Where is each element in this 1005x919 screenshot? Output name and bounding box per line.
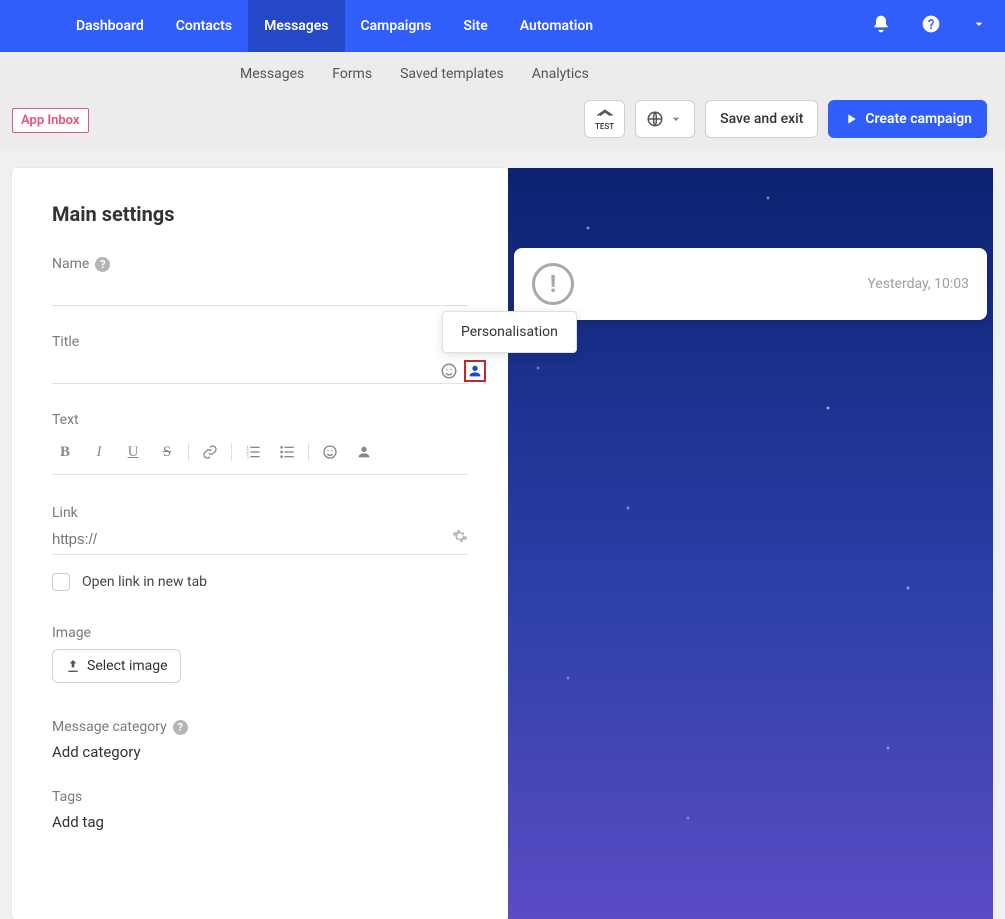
play-icon [843,111,859,127]
title-label: Title [52,334,468,350]
message-category-label: Message category ? [52,719,468,735]
toolbar-divider [308,443,309,461]
help-icon[interactable]: ? [95,257,110,272]
settings-panel: Main settings Name ? Title Text [12,168,508,919]
content-row: Main settings Name ? Title Text [0,150,1005,919]
nav-site[interactable]: Site [447,0,503,52]
text-label-text: Text [52,412,79,428]
sub-nav: Messages Forms Saved templates Analytics… [0,52,1005,150]
strike-tool[interactable]: S [154,440,180,464]
underline-tool[interactable]: U [120,440,146,464]
top-nav: Dashboard Contacts Messages Campaigns Si… [0,0,1005,52]
top-nav-right [871,0,987,52]
preview-pane: ! Yesterday, 10:03 [508,168,993,919]
tooltip-text: Personalisation [461,324,558,340]
alert-icon: ! [532,263,574,305]
help-icon[interactable] [921,14,941,38]
emoji-tool[interactable] [317,440,343,464]
link-label: Link [52,505,468,521]
toolbar-divider [188,443,189,461]
personalisation-tooltip: Personalisation [442,311,577,353]
link-label-text: Link [52,505,78,521]
bold-tool[interactable]: B [52,440,78,464]
create-campaign-button[interactable]: Create campaign [828,100,987,138]
message-category-label-text: Message category [52,719,167,735]
panel-heading: Main settings [52,202,468,226]
link-tool[interactable] [197,440,223,464]
language-button[interactable] [635,100,695,138]
link-input[interactable] [52,527,452,554]
add-tag-link[interactable]: Add tag [52,813,468,831]
personalisation-icon[interactable] [464,360,486,382]
nav-dashboard[interactable]: Dashboard [60,0,160,52]
unordered-list-tool[interactable] [274,440,300,464]
top-nav-items: Dashboard Contacts Messages Campaigns Si… [60,0,609,52]
name-input[interactable] [52,278,468,306]
open-new-tab-checkbox[interactable] [52,573,70,591]
add-category-link[interactable]: Add category [52,743,468,761]
account-dropdown[interactable] [971,16,987,36]
test-button[interactable]: TEST [584,100,625,138]
upload-icon [65,658,81,674]
name-label: Name ? [52,256,468,272]
save-and-exit-button[interactable]: Save and exit [705,100,818,138]
tags-label: Tags [52,789,468,805]
test-button-label: TEST [595,123,614,131]
title-label-text: Title [52,334,79,350]
text-label: Text [52,412,468,428]
emoji-icon[interactable] [438,360,460,382]
name-label-text: Name [52,256,89,272]
app-inbox-badge: App Inbox [12,108,89,133]
nav-contacts[interactable]: Contacts [160,0,248,52]
select-image-label: Select image [87,658,168,674]
toolbar-divider [231,443,232,461]
gear-icon[interactable] [452,528,468,554]
subtab-analytics[interactable]: Analytics [532,66,589,82]
svg-text:3: 3 [246,456,249,460]
select-image-button[interactable]: Select image [52,649,181,683]
bell-icon[interactable] [871,14,891,38]
nav-campaigns[interactable]: Campaigns [345,0,448,52]
tags-label-text: Tags [52,789,82,805]
nav-messages[interactable]: Messages [248,0,344,52]
title-input[interactable] [52,356,468,384]
subtab-messages[interactable]: Messages [240,66,304,82]
ordered-list-tool[interactable]: 123 [240,440,266,464]
preview-timestamp: Yesterday, 10:03 [867,276,969,292]
open-new-tab-label: Open link in new tab [82,574,207,590]
subtab-forms[interactable]: Forms [332,66,372,82]
image-label-text: Image [52,625,91,641]
globe-icon [646,110,664,128]
action-bar: TEST Save and exit Create campaign [584,100,987,138]
italic-tool[interactable]: I [86,440,112,464]
notification-preview-card: ! Yesterday, 10:03 [514,248,987,320]
chevron-down-icon [668,111,684,127]
subtab-saved-templates[interactable]: Saved templates [400,66,504,82]
text-toolbar: B I U S 123 [52,434,468,475]
image-label: Image [52,625,468,641]
help-icon[interactable]: ? [173,720,188,735]
personalisation-tool[interactable] [351,440,377,464]
create-campaign-label: Create campaign [865,111,972,127]
nav-automation[interactable]: Automation [504,0,609,52]
sub-nav-tabs: Messages Forms Saved templates Analytics [0,52,1005,82]
